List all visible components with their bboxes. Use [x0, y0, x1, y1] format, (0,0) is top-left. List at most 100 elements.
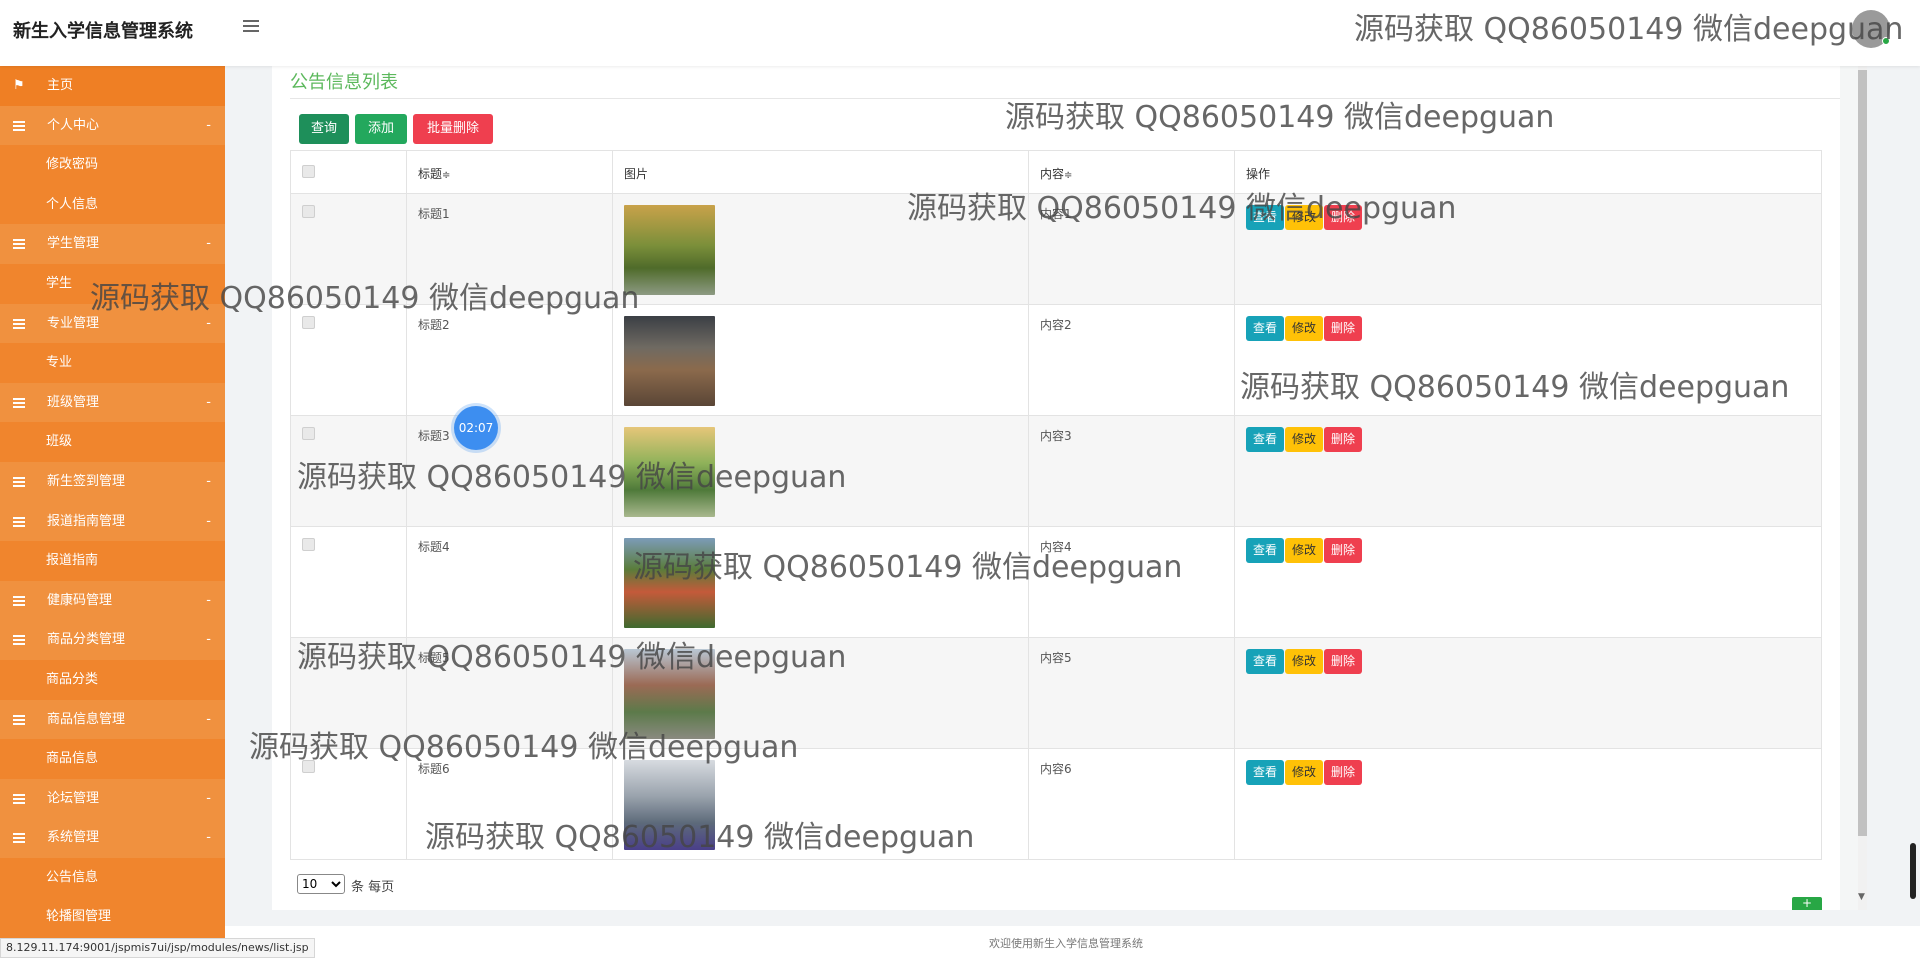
campus-photo-icon[interactable] — [624, 427, 715, 517]
row-actions: 查看 修改 删除 — [1234, 193, 1822, 305]
sidebar-item[interactable]: 专业 — [0, 343, 225, 383]
sort-icon[interactable]: ≑ — [1064, 170, 1072, 181]
view-button[interactable]: 查看 — [1246, 538, 1285, 563]
sidebar-item[interactable]: 报道指南管理 - — [0, 501, 225, 542]
sidebar-item[interactable]: 学生 — [0, 264, 225, 304]
view-button[interactable]: 查看 — [1246, 649, 1285, 674]
sidebar-item[interactable]: 修改密码 — [0, 145, 225, 185]
view-button[interactable]: 查看 — [1246, 205, 1285, 230]
sidebar-item[interactable]: 学生管理 - — [0, 224, 225, 264]
collapse-toggle-icon[interactable]: - — [206, 779, 211, 819]
sidebar-item-label: 个人信息 — [46, 196, 99, 212]
table-row: 标题4 内容4 查看 修改 删除 — [290, 526, 1822, 638]
sidebar-item[interactable]: 商品信息管理 - — [0, 699, 225, 740]
sidebar-item-label: 新生签到管理 — [47, 473, 126, 489]
edit-button[interactable]: 修改 — [1285, 538, 1324, 563]
page-size-select[interactable]: 102050 — [297, 874, 345, 894]
sidebar-item[interactable]: 系统管理 - — [0, 818, 225, 858]
classroom-photo-icon[interactable] — [624, 316, 715, 406]
header-content[interactable]: 内容≑ — [1028, 150, 1235, 194]
collapse-toggle-icon[interactable]: - — [206, 620, 211, 660]
table-row: 标题6 内容6 查看 修改 删除 — [290, 748, 1822, 860]
view-button[interactable]: 查看 — [1246, 316, 1285, 341]
query-button[interactable]: 查询 — [299, 114, 349, 144]
add-button[interactable]: 添加 — [355, 114, 407, 144]
sidebar-item[interactable]: 个人信息 — [0, 185, 225, 225]
batch-delete-button[interactable]: 批量删除 — [413, 114, 493, 144]
collapse-toggle-icon[interactable]: - — [206, 462, 211, 502]
bars-icon — [13, 635, 25, 647]
sidebar-item[interactable]: 新生签到管理 - — [0, 461, 225, 502]
row-checkbox[interactable] — [302, 538, 315, 551]
row-checkbox[interactable] — [302, 649, 315, 662]
outer-scrollbar-thumb[interactable] — [1910, 843, 1916, 899]
vertical-scrollbar-thumb[interactable] — [1858, 70, 1867, 836]
scroll-top-button[interactable]: + — [1792, 897, 1822, 910]
view-button[interactable]: 查看 — [1246, 427, 1285, 452]
collapse-toggle-icon[interactable]: - — [206, 224, 211, 264]
row-checkbox[interactable] — [302, 205, 315, 218]
sidebar-item-label: 修改密码 — [46, 157, 99, 173]
sidebar-item[interactable]: 班级管理 - — [0, 382, 225, 423]
sidebar-item[interactable]: 商品分类管理 - — [0, 620, 225, 660]
sidebar-item[interactable]: 公告信息 — [0, 858, 225, 898]
delete-button[interactable]: 删除 — [1324, 427, 1363, 452]
row-content: 内容5 — [1028, 637, 1235, 749]
row-content: 内容3 — [1028, 415, 1235, 527]
sidebar-item[interactable]: 商品信息 — [0, 739, 225, 779]
header-title-label: 标题 — [418, 167, 443, 181]
scroll-down-arrow-icon[interactable]: ▼ — [1858, 892, 1865, 902]
sort-icon[interactable]: ≑ — [442, 170, 450, 181]
edit-button[interactable]: 修改 — [1285, 427, 1324, 452]
sidebar-item[interactable]: 报道指南 — [0, 541, 225, 581]
sidebar-item-label: 健康码管理 — [47, 592, 113, 608]
row-checkbox[interactable] — [302, 760, 315, 773]
delete-button[interactable]: 删除 — [1324, 538, 1363, 563]
collapse-toggle-icon[interactable]: - — [206, 304, 211, 344]
building-aerial-photo-icon[interactable] — [624, 649, 715, 739]
collapse-toggle-icon[interactable]: - — [206, 106, 211, 146]
header-title[interactable]: 标题≑ — [406, 150, 613, 194]
delete-button[interactable]: 删除 — [1324, 760, 1363, 785]
view-button[interactable]: 查看 — [1246, 760, 1285, 785]
building-photo-icon[interactable] — [624, 760, 715, 850]
edit-button[interactable]: 修改 — [1285, 205, 1324, 230]
delete-button[interactable]: 删除 — [1324, 316, 1363, 341]
row-actions: 查看 修改 删除 — [1234, 637, 1822, 749]
bars-icon — [13, 714, 25, 727]
page-title: 公告信息列表 — [290, 72, 398, 93]
bars-icon — [13, 120, 25, 133]
sidebar-item[interactable]: 轮播图管理 — [0, 897, 225, 937]
collapse-toggle-icon[interactable]: - — [206, 581, 211, 621]
row-checkbox[interactable] — [302, 316, 315, 329]
sidebar-item-label: 班级 — [46, 434, 73, 450]
sidebar-item[interactable]: 班级 — [0, 422, 225, 462]
campus-photo-icon[interactable] — [624, 205, 715, 295]
row-title: 标题2 — [406, 304, 613, 416]
sidebar-item[interactable]: 健康码管理 - — [0, 580, 225, 621]
sidebar-item[interactable]: 专业管理 - — [0, 303, 225, 344]
sidebar-item[interactable]: ⚑ 主页 — [0, 66, 225, 106]
row-select-cell — [290, 415, 407, 527]
row-checkbox[interactable] — [302, 427, 315, 440]
row-image-cell — [612, 193, 1029, 305]
sidebar-item[interactable]: 个人中心 - — [0, 105, 225, 146]
collapse-toggle-icon[interactable]: - — [206, 383, 211, 423]
sidebar-item[interactable]: 论坛管理 - — [0, 778, 225, 819]
table-row: 标题1 内容1 查看 修改 删除 — [290, 193, 1822, 305]
sidebar-item[interactable]: 商品分类 — [0, 660, 225, 700]
edit-button[interactable]: 修改 — [1285, 649, 1324, 674]
row-actions: 查看 修改 删除 — [1234, 415, 1822, 527]
hamburger-menu-icon[interactable] — [243, 20, 259, 34]
collapse-toggle-icon[interactable]: - — [206, 502, 211, 542]
app-title: 新生入学信息管理系统 — [13, 21, 193, 42]
sports-field-photo-icon[interactable] — [624, 538, 715, 628]
edit-button[interactable]: 修改 — [1285, 316, 1324, 341]
sidebar-item-label: 主页 — [47, 78, 74, 93]
delete-button[interactable]: 删除 — [1324, 205, 1363, 230]
edit-button[interactable]: 修改 — [1285, 760, 1324, 785]
collapse-toggle-icon[interactable]: - — [206, 700, 211, 740]
collapse-toggle-icon[interactable]: - — [206, 818, 211, 858]
delete-button[interactable]: 删除 — [1324, 649, 1363, 674]
select-all-checkbox[interactable] — [302, 165, 315, 178]
